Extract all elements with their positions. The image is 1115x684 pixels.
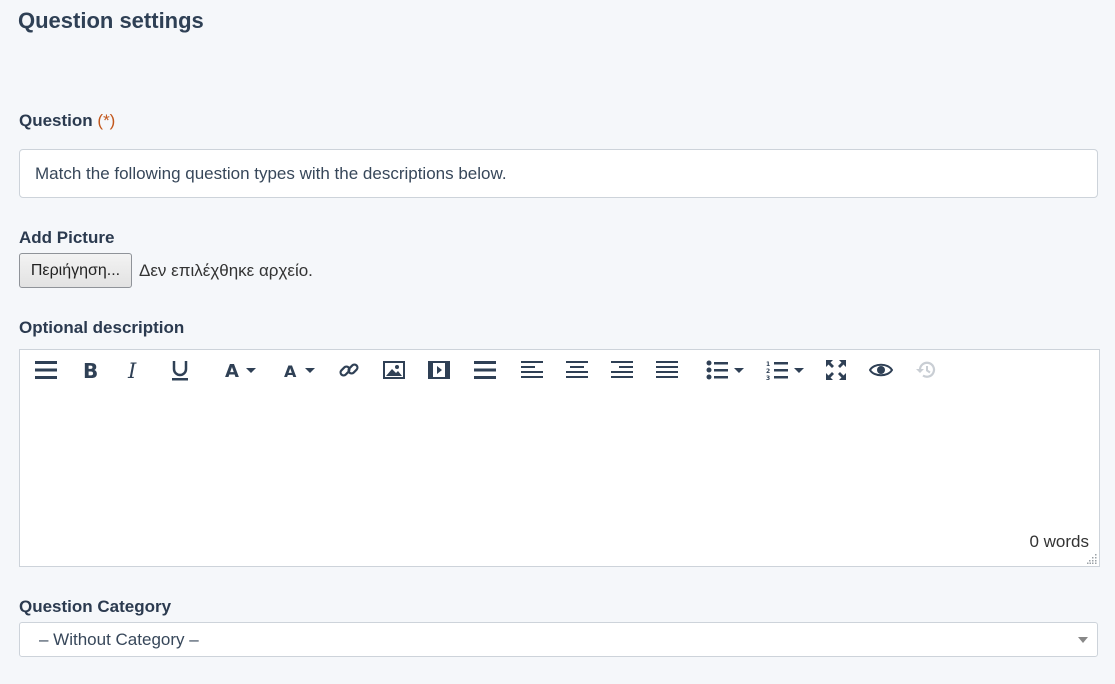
restore-draft-icon[interactable] <box>915 356 937 384</box>
text-color-icon[interactable]: A <box>220 356 260 384</box>
required-marker: (*) <box>97 111 116 130</box>
italic-icon[interactable]: I <box>124 356 144 384</box>
svg-text:A: A <box>225 361 239 379</box>
link-icon[interactable] <box>338 356 360 384</box>
menu-icon[interactable] <box>34 356 58 384</box>
svg-text:B: B <box>83 360 98 380</box>
word-count: 0 words <box>1029 532 1089 551</box>
question-input[interactable]: Match the following question types with … <box>19 149 1098 198</box>
browse-button[interactable]: Περιήγηση... <box>19 253 132 288</box>
file-status: Δεν επιλέχθηκε αρχείο. <box>139 260 313 280</box>
svg-text:2: 2 <box>766 368 770 375</box>
resize-handle-icon[interactable] <box>1087 554 1097 564</box>
editor-toolbar: B I A A 1 2 3 <box>20 350 1099 390</box>
chevron-down-icon <box>794 367 804 373</box>
align-right-icon[interactable] <box>610 356 634 384</box>
align-menu-icon[interactable] <box>473 356 497 384</box>
svg-text:A: A <box>284 362 297 379</box>
file-picker: Περιήγηση... Δεν επιλέχθηκε αρχείο. <box>19 253 313 288</box>
underline-icon[interactable] <box>170 356 190 384</box>
chevron-down-icon <box>305 367 315 373</box>
question-category-label: Question Category <box>19 597 172 616</box>
category-select[interactable]: – Without Category – <box>19 622 1098 657</box>
question-label: Question (*) <box>19 111 115 131</box>
align-left-icon[interactable] <box>520 356 544 384</box>
background-color-icon[interactable]: A <box>279 356 319 384</box>
align-justify-icon[interactable] <box>655 356 679 384</box>
preview-icon[interactable] <box>869 356 893 384</box>
optional-description-label: Optional description <box>19 318 185 337</box>
chevron-down-icon <box>734 367 744 373</box>
add-picture-label: Add Picture <box>19 228 115 247</box>
svg-text:I: I <box>127 360 137 380</box>
media-icon[interactable] <box>428 356 450 384</box>
bold-icon[interactable]: B <box>80 356 100 384</box>
svg-text:3: 3 <box>766 375 770 380</box>
fullscreen-icon[interactable] <box>825 356 847 384</box>
description-editor[interactable]: B I A A 1 2 3 0 words <box>19 349 1100 567</box>
question-label-text: Question <box>19 111 93 130</box>
svg-text:1: 1 <box>766 361 770 368</box>
chevron-down-icon <box>1078 637 1088 643</box>
page-title: Question settings <box>18 8 204 33</box>
chevron-down-icon <box>246 367 256 373</box>
image-icon[interactable] <box>383 356 405 384</box>
category-selected-value: – Without Category – <box>39 630 199 649</box>
numbered-list-icon[interactable]: 123 <box>763 356 807 384</box>
bullet-list-icon[interactable] <box>703 356 747 384</box>
align-center-icon[interactable] <box>565 356 589 384</box>
